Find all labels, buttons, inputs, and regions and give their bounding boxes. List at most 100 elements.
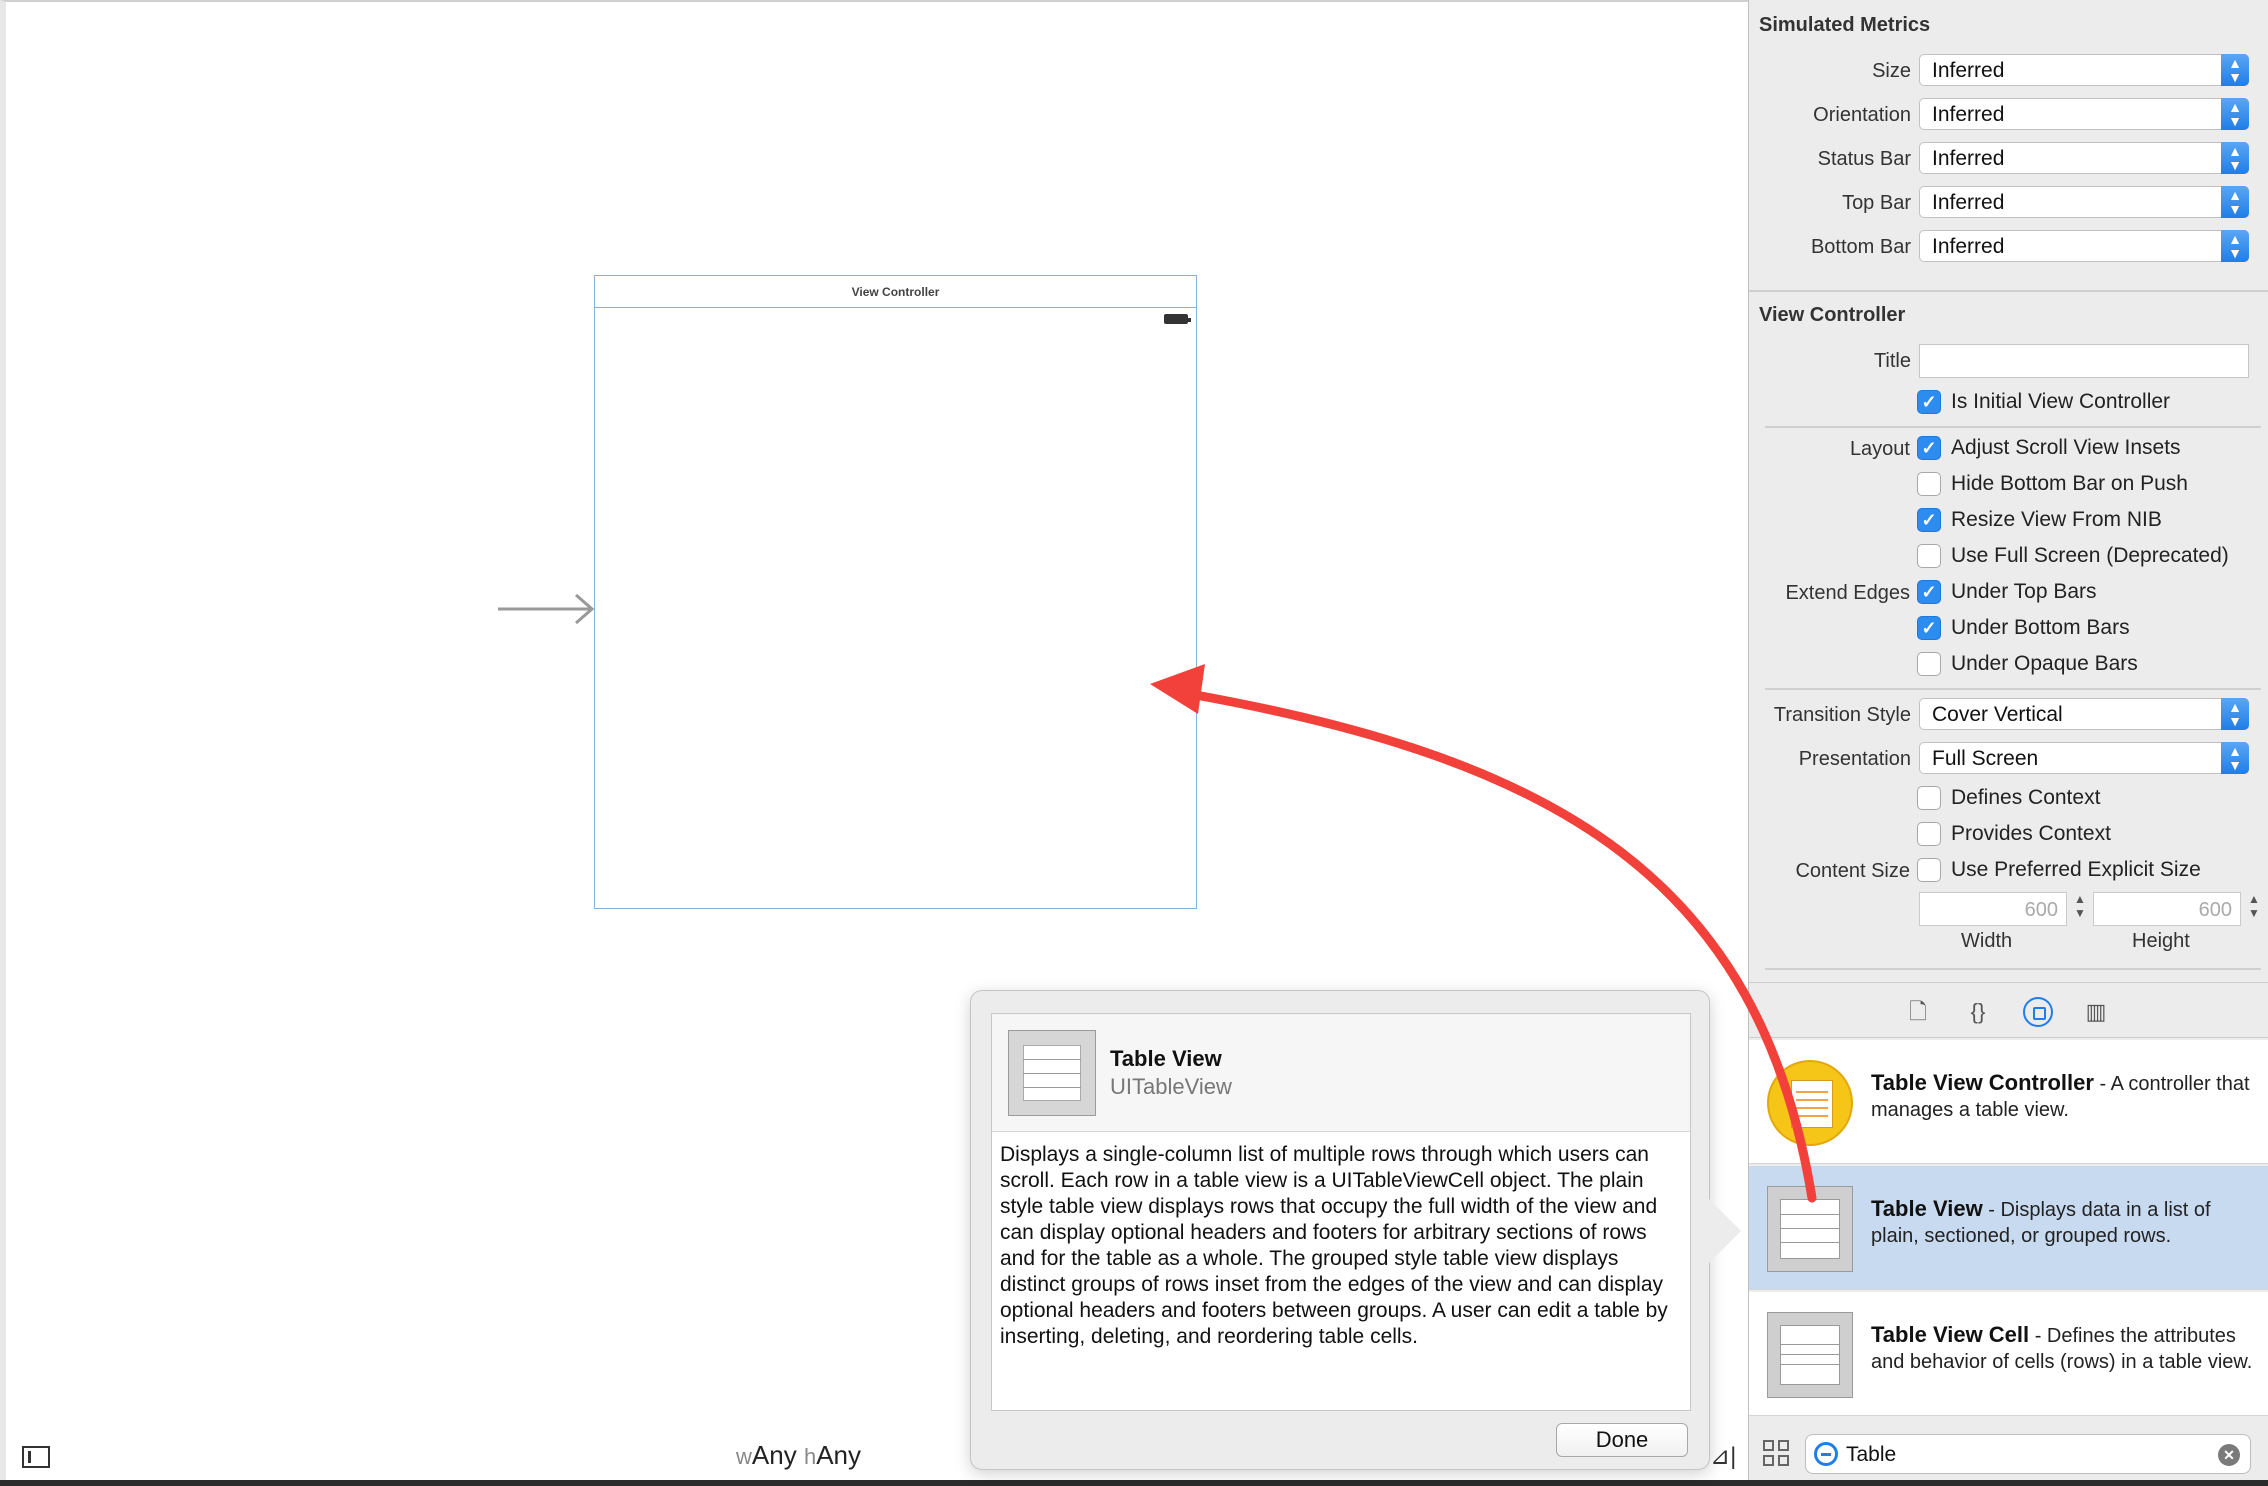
library-item-text: Table View - Displays data in a list of … [1871, 1196, 2255, 1249]
top-bar-popup[interactable]: Inferred ▲ ▼ [1919, 186, 2249, 218]
media-icon[interactable]: ▥ [2083, 999, 2109, 1025]
window-bottom-edge [0, 1480, 2268, 1486]
transition-value: Cover Vertical [1932, 703, 2063, 726]
height-stepper-icon[interactable]: ▲ ▼ [2245, 892, 2263, 926]
library-item-table-view-cell[interactable]: Table View Cell - Defines the attributes… [1749, 1292, 2268, 1416]
library-filter-field[interactable]: Table ✕ [1805, 1434, 2251, 1474]
full-screen-checkbox[interactable] [1917, 544, 1941, 568]
height-field[interactable]: 600 [2093, 892, 2241, 926]
battery-icon [1164, 314, 1191, 324]
height-prefix: h [803, 1444, 817, 1469]
resolve-layout-icon[interactable]: ⊿| [1710, 1442, 1736, 1471]
resize-from-nib-checkbox[interactable]: ✓ [1917, 508, 1941, 532]
status-bar-row: Status Bar Inferred ▲ ▼ [1749, 142, 2268, 178]
preferred-size-checkbox[interactable] [1917, 858, 1941, 882]
popover-header: Table View UITableView [992, 1014, 1690, 1132]
bottom-bar-value: Inferred [1932, 235, 2005, 258]
title-label: Title [1873, 350, 1911, 372]
popover-title: Table View [1110, 1046, 1222, 1071]
popup-arrows-icon: ▲ ▼ [2221, 186, 2249, 218]
view-controller-scene[interactable]: View Controller [594, 275, 1197, 909]
width-field[interactable]: 600 [1919, 892, 2067, 926]
size-class-button[interactable]: wAny hAny [736, 1440, 861, 1471]
scene-title[interactable]: View Controller [595, 276, 1196, 308]
top-bar-value: Inferred [1932, 191, 2005, 214]
provides-context-checkbox[interactable] [1917, 822, 1941, 846]
bottom-bar-popup[interactable]: Inferred ▲ ▼ [1919, 230, 2249, 262]
under-top-bars-checkbox[interactable]: ✓ [1917, 580, 1941, 604]
popover-pointer [1709, 1199, 1741, 1263]
library-item-text: Table View Cell - Defines the attributes… [1871, 1322, 2255, 1375]
title-row: Title [1749, 344, 2268, 380]
provides-context-label: Provides Context [1951, 822, 2111, 845]
attributes-inspector: Simulated Metrics Size Inferred ▲ ▼ Orient… [1748, 0, 2268, 1480]
status-bar-label: Status Bar [1817, 148, 1911, 170]
top-bar-label: Top Bar [1842, 192, 1911, 214]
transition-popup[interactable]: Cover Vertical ▲ ▼ [1919, 698, 2249, 730]
grid-view-icon[interactable] [1763, 1440, 1791, 1468]
library-item-name: Table View [1871, 1196, 1983, 1221]
under-opaque-bars-label: Under Opaque Bars [1951, 652, 2138, 675]
under-opaque-bars-checkbox[interactable] [1917, 652, 1941, 676]
orientation-popup[interactable]: Inferred ▲ ▼ [1919, 98, 2249, 130]
title-field[interactable] [1919, 344, 2249, 378]
popover-class-name: UITableView [1110, 1074, 1232, 1099]
section-divider [1749, 290, 2268, 292]
divider [1765, 426, 2261, 428]
library-item-text: Table View Controller - A controller tha… [1871, 1070, 2255, 1123]
height-class: Any [816, 1440, 861, 1470]
defines-context-checkbox[interactable] [1917, 786, 1941, 810]
status-bar-popup[interactable]: Inferred ▲ ▼ [1919, 142, 2249, 174]
hide-bottom-bar-label: Hide Bottom Bar on Push [1951, 472, 2188, 495]
layout-label: Layout [1849, 438, 1910, 460]
initial-vc-checkbox[interactable]: ✓ [1917, 390, 1941, 414]
filter-value: Table [1846, 1443, 1897, 1466]
popup-arrows-icon: ▲ ▼ [2221, 698, 2249, 730]
under-bottom-bars-checkbox[interactable]: ✓ [1917, 616, 1941, 640]
orientation-row: Orientation Inferred ▲ ▼ [1749, 98, 2268, 134]
hide-bottom-bar-checkbox[interactable] [1917, 472, 1941, 496]
size-popup[interactable]: Inferred ▲ ▼ [1919, 54, 2249, 86]
adjust-insets-checkbox[interactable]: ✓ [1917, 436, 1941, 460]
popup-arrows-icon: ▲ ▼ [2221, 98, 2249, 130]
popover-card: Table View UITableView Displays a single… [991, 1013, 1691, 1411]
library-item-table-view-controller[interactable]: Table View Controller - A controller tha… [1749, 1040, 2268, 1164]
width-label: Width [1961, 930, 2013, 952]
extend-edges-label: Extend Edges [1785, 582, 1910, 604]
popup-arrows-icon: ▲ ▼ [2221, 54, 2249, 86]
done-button[interactable]: Done [1556, 1423, 1688, 1457]
file-icon[interactable]: 🗋 [1905, 999, 1931, 1025]
presentation-row: Presentation Full Screen ▲ ▼ [1749, 742, 2268, 778]
size-row: Size Inferred ▲ ▼ [1749, 54, 2268, 90]
filter-icon [1814, 1442, 1838, 1466]
clear-filter-icon[interactable]: ✕ [2218, 1444, 2240, 1466]
object-icon[interactable] [2023, 997, 2053, 1027]
popup-arrows-icon: ▲ ▼ [2221, 142, 2249, 174]
initial-entry-arrow-icon [498, 593, 595, 625]
orientation-value: Inferred [1932, 103, 2005, 126]
top-bar-row: Top Bar Inferred ▲ ▼ [1749, 186, 2268, 222]
full-screen-label: Use Full Screen (Deprecated) [1951, 544, 2229, 567]
library-item-table-view[interactable]: Table View - Displays data in a list of … [1749, 1166, 2268, 1290]
transition-label: Transition Style [1773, 704, 1911, 726]
braces-icon[interactable]: {} [1965, 999, 1991, 1025]
width-class: Any [751, 1440, 797, 1470]
adjust-insets-label: Adjust Scroll View Insets [1951, 436, 2181, 459]
object-info-popover: Table View UITableView Displays a single… [970, 990, 1741, 1470]
view-controller-title: View Controller [1759, 304, 1906, 326]
width-stepper-icon[interactable]: ▲ ▼ [2071, 892, 2089, 926]
table-view-cell-icon [1767, 1312, 1853, 1398]
table-view-icon [1008, 1030, 1096, 1116]
document-outline-toggle-icon[interactable] [22, 1446, 50, 1468]
size-label: Size [1872, 60, 1911, 82]
preferred-size-label: Use Preferred Explicit Size [1951, 858, 2201, 881]
size-value: Inferred [1932, 59, 2005, 82]
presentation-popup[interactable]: Full Screen ▲ ▼ [1919, 742, 2249, 774]
popup-arrows-icon: ▲ ▼ [2221, 742, 2249, 774]
presentation-label: Presentation [1798, 748, 1911, 770]
library-item-name: Table View Cell [1871, 1322, 2030, 1347]
initial-vc-label: Is Initial View Controller [1951, 390, 2171, 413]
table-view-icon [1767, 1186, 1853, 1272]
status-bar-value: Inferred [1932, 147, 2005, 170]
content-size-label: Content Size [1795, 860, 1910, 882]
